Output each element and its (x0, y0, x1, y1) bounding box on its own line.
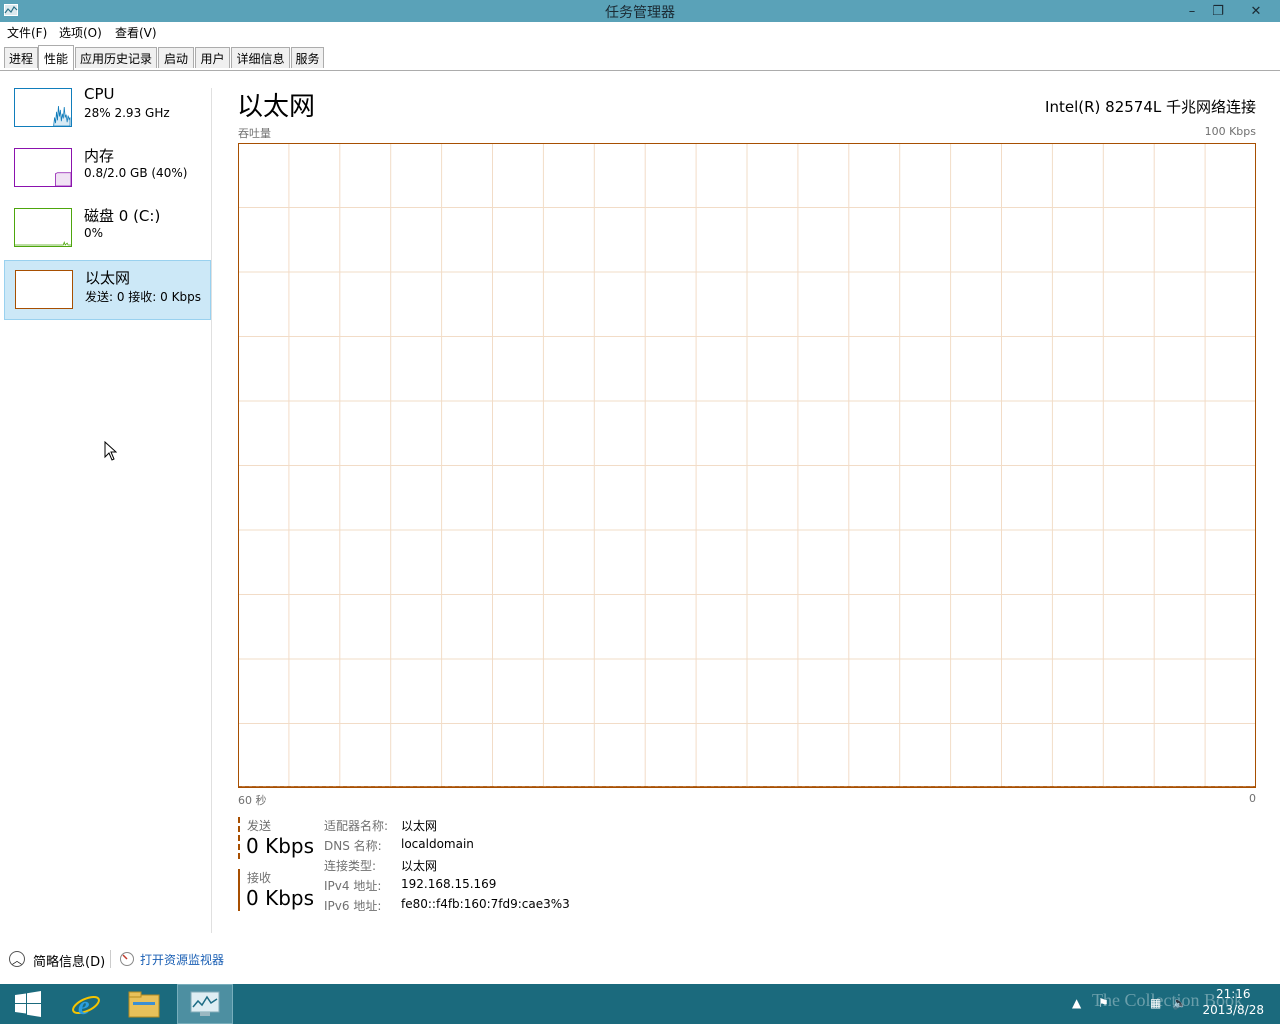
tab-performance[interactable]: 性能 (38, 45, 74, 70)
menu-bar: 文件(F) 选项(O) 查看(V) (0, 23, 1280, 43)
tab-strip: 进程 性能 应用历史记录 启动 用户 详细信息 服务 (0, 45, 1280, 71)
minimize-button[interactable]: – (1180, 0, 1204, 22)
info-value-adapter: 以太网 (401, 819, 438, 833)
file-explorer-icon (128, 991, 160, 1018)
tray-action-center-icon[interactable]: ⚑ (1098, 996, 1109, 1010)
windows-logo-icon (15, 991, 41, 1017)
info-value-dns: localdomain (401, 837, 474, 851)
ethernet-thumbnail (15, 270, 73, 309)
chevron-up-icon[interactable]: ︿ (9, 951, 25, 967)
info-key-ipv6: IPv6 地址: (324, 899, 382, 913)
tab-users[interactable]: 用户 (195, 47, 230, 68)
sidebar-memory-name: 内存 (84, 147, 115, 165)
footer-separator (110, 950, 111, 968)
title-bar[interactable]: 任务管理器 – ❐ ✕ (0, 0, 1280, 22)
graph-x-right-label: 0 (1249, 792, 1256, 805)
sidebar-item-ethernet[interactable]: 以太网 发送: 0 接收: 0 Kbps (4, 260, 211, 320)
info-key-conn-type: 连接类型: (324, 859, 377, 873)
info-key-ipv4: IPv4 地址: (324, 879, 382, 893)
tab-processes[interactable]: 进程 (4, 47, 38, 68)
task-manager-taskbar-icon (190, 991, 220, 1016)
info-key-dns: DNS 名称: (324, 839, 382, 853)
resource-monitor-icon (120, 952, 134, 966)
tab-details[interactable]: 详细信息 (231, 47, 290, 68)
tray-network-icon[interactable]: ▦ (1150, 996, 1161, 1010)
graph-x-left-label: 60 秒 (238, 794, 267, 807)
tab-startup[interactable]: 启动 (158, 47, 194, 68)
open-resource-monitor-link[interactable]: 打开资源监视器 (140, 951, 224, 968)
sidebar-cpu-name: CPU (84, 85, 115, 103)
tab-app-history[interactable]: 应用历史记录 (75, 47, 157, 68)
clock-time: 21:16 (1215, 987, 1251, 1001)
fewer-details-link[interactable]: 简略信息(D) (33, 951, 105, 970)
info-value-conn-type: 以太网 (401, 859, 438, 873)
sidebar-ethernet-name: 以太网 (85, 269, 131, 287)
sidebar-memory-sub: 0.8/2.0 GB (40%) (84, 166, 188, 180)
receive-label: 接收 (247, 871, 272, 885)
menu-file[interactable]: 文件(F) (7, 24, 47, 41)
performance-sidebar: CPU 28% 2.93 GHz 内存 0.8/2.0 GB (40%) 磁盘 … (0, 71, 211, 933)
sidebar-item-memory[interactable]: 内存 0.8/2.0 GB (40%) (4, 139, 211, 199)
memory-thumbnail (14, 148, 72, 187)
sidebar-disk-sub: 0% (84, 226, 104, 240)
tab-services[interactable]: 服务 (291, 47, 324, 68)
receive-legend-line (238, 869, 240, 911)
taskbar-clock[interactable]: 21:16 2013/8/28 (1202, 986, 1264, 1018)
graph-y-label: 吞吐量 (238, 127, 271, 140)
tray-expand-icon[interactable]: ▲ (1072, 996, 1081, 1010)
disk-thumbnail (14, 208, 72, 247)
page-title: 以太网 (237, 92, 316, 122)
taskbar-ie-button[interactable]: e (58, 984, 114, 1024)
internet-explorer-icon: e (72, 991, 100, 1020)
taskbar-task-manager-button[interactable] (177, 984, 233, 1024)
window-title: 任务管理器 (605, 5, 675, 21)
sidebar-item-cpu[interactable]: CPU 28% 2.93 GHz (4, 79, 211, 139)
sidebar-item-disk[interactable]: 磁盘 0 (C:) 0% (4, 199, 211, 259)
start-button[interactable] (0, 984, 56, 1024)
send-label: 发送 (247, 819, 272, 833)
footer-bar: ︿ 简略信息(D) 打开资源监视器 (0, 945, 1280, 973)
svg-text:e: e (78, 991, 90, 1020)
send-value: 0 Kbps (246, 834, 315, 858)
receive-value: 0 Kbps (246, 886, 315, 910)
restore-button[interactable]: ❐ (1206, 0, 1230, 22)
taskbar: e The Collection Book ▲ ⚑ ▦ 🔈 21:16 2013… (0, 984, 1280, 1024)
graph-max-label: 100 Kbps (1204, 125, 1256, 138)
mouse-cursor-icon (104, 441, 117, 461)
sidebar-ethernet-sub: 发送: 0 接收: 0 Kbps (85, 290, 201, 304)
clock-date: 2013/8/28 (1202, 1003, 1264, 1017)
close-button[interactable]: ✕ (1234, 0, 1278, 22)
tray-volume-icon[interactable]: 🔈 (1172, 996, 1187, 1010)
sidebar-disk-name: 磁盘 0 (C:) (84, 207, 161, 225)
adapter-name: Intel(R) 82574L 千兆网络连接 (1045, 98, 1256, 116)
menu-options[interactable]: 选项(O) (59, 24, 102, 41)
info-value-ipv4: 192.168.15.169 (401, 877, 497, 891)
throughput-graph (238, 143, 1256, 788)
send-legend-line (238, 817, 240, 859)
sidebar-cpu-sub: 28% 2.93 GHz (84, 106, 170, 120)
cpu-thumbnail (14, 88, 72, 127)
sidebar-divider (211, 88, 212, 933)
menu-view[interactable]: 查看(V) (115, 24, 157, 41)
info-value-ipv6: fe80::f4fb:160:7fd9:cae3%3 (401, 897, 570, 911)
info-key-adapter: 适配器名称: (324, 819, 389, 833)
taskbar-explorer-button[interactable] (116, 984, 172, 1024)
